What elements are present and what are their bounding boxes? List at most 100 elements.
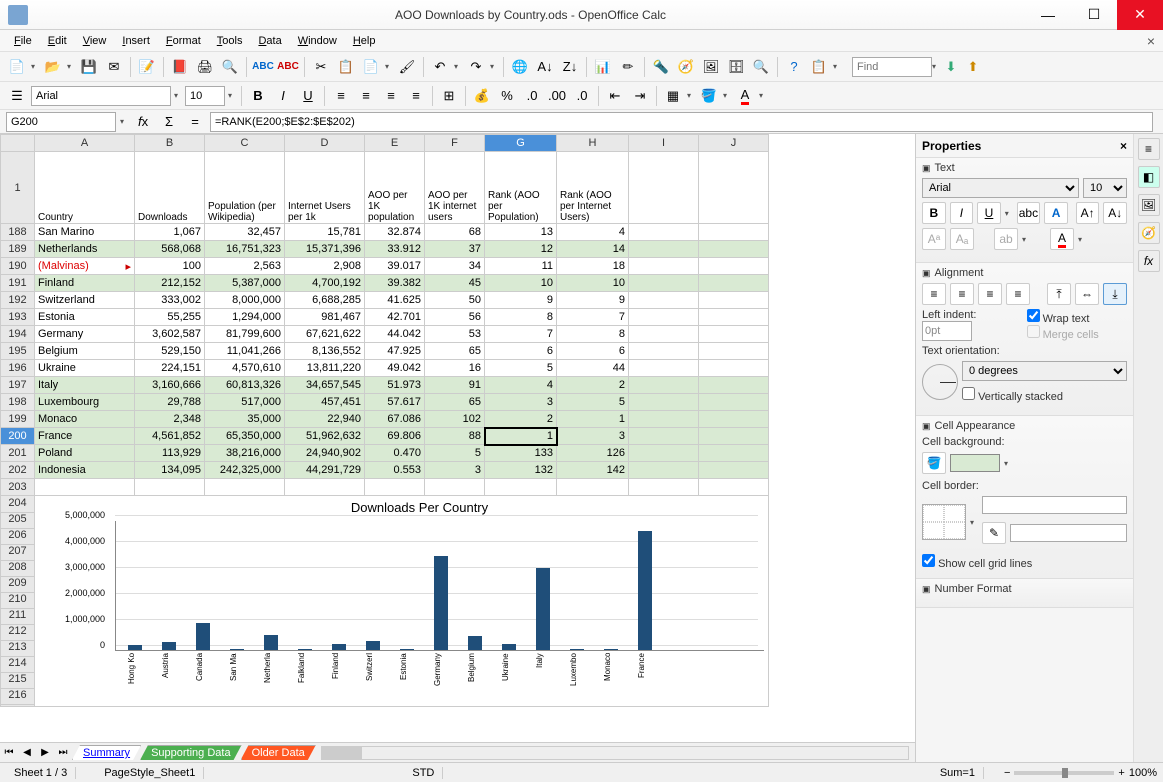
formula-input[interactable]	[210, 112, 1153, 132]
cell[interactable]: 51,962,632	[285, 428, 365, 445]
merge-cells-icon[interactable]: ⊞	[438, 85, 460, 107]
cell[interactable]: Estonia	[35, 309, 135, 326]
hyperlink-icon[interactable]: 🌐	[509, 56, 531, 78]
cell[interactable]: 56	[425, 309, 485, 326]
cell[interactable]: 529,150	[135, 343, 205, 360]
cell[interactable]: 67,621,622	[285, 326, 365, 343]
menu-tools[interactable]: Tools	[209, 33, 251, 49]
cell[interactable]	[699, 343, 769, 360]
cell[interactable]: Italy	[35, 377, 135, 394]
orientation-select[interactable]: 0 degrees	[962, 361, 1127, 381]
cell[interactable]: 49.042	[365, 360, 425, 377]
cell[interactable]: 14	[557, 241, 629, 258]
dropdown-icon[interactable]: ▾	[1022, 235, 1030, 244]
cell[interactable]: 32,457	[205, 224, 285, 241]
cell[interactable]: 133	[485, 445, 557, 462]
cell[interactable]: 13	[485, 224, 557, 241]
row-header[interactable]: 202	[1, 462, 35, 479]
functions-tab-icon[interactable]: fx	[1138, 250, 1160, 272]
cell[interactable]: 44,291,729	[285, 462, 365, 479]
cell[interactable]: Netherlands	[35, 241, 135, 258]
cell[interactable]	[629, 292, 699, 309]
cell[interactable]	[629, 360, 699, 377]
cell[interactable]: 51.973	[365, 377, 425, 394]
open-icon[interactable]: 📂	[42, 56, 64, 78]
row-header[interactable]: 203	[1, 479, 35, 496]
strike-icon[interactable]: abc	[1017, 202, 1041, 224]
cell[interactable]: 126	[557, 445, 629, 462]
bgcolor-icon[interactable]: 🪣	[698, 85, 720, 107]
cell[interactable]	[629, 326, 699, 343]
underline-icon[interactable]: U	[977, 202, 1001, 224]
cell[interactable]	[699, 479, 769, 496]
fontcolor-icon[interactable]: A	[734, 85, 756, 107]
dropdown-icon[interactable]: ▾	[759, 91, 767, 100]
gallery-icon[interactable]: 🖼	[700, 56, 722, 78]
cell[interactable]	[629, 309, 699, 326]
sidebar-font-name[interactable]: Arial	[922, 178, 1079, 198]
row-header[interactable]: 197	[1, 377, 35, 394]
cell[interactable]: 44	[557, 360, 629, 377]
align-justify-icon[interactable]: ≡	[1006, 283, 1030, 305]
zoom-out-icon[interactable]: −	[1004, 767, 1010, 779]
cell[interactable]	[135, 479, 205, 496]
cell[interactable]: 81,799,600	[205, 326, 285, 343]
add-decimal-icon[interactable]: .00	[546, 85, 568, 107]
cell[interactable]: Monaco	[35, 411, 135, 428]
orientation-dial[interactable]	[922, 364, 958, 400]
menu-format[interactable]: Format	[158, 33, 209, 49]
cut-icon[interactable]: ✂	[310, 56, 332, 78]
zoom-in-icon[interactable]: +	[1118, 767, 1124, 779]
cell[interactable]: 4,700,192	[285, 275, 365, 292]
dropdown-icon[interactable]: ▾	[490, 62, 498, 71]
cell[interactable]	[425, 479, 485, 496]
cell[interactable]: 16,751,323	[205, 241, 285, 258]
cell[interactable]: 3,602,587	[135, 326, 205, 343]
tab-next-icon[interactable]: ▶	[36, 747, 54, 758]
borders-icon[interactable]: ▦	[662, 85, 684, 107]
cell[interactable]: 3	[425, 462, 485, 479]
bold-icon[interactable]: B	[247, 85, 269, 107]
preview-icon[interactable]: 🔍	[219, 56, 241, 78]
cell[interactable]: 38,216,000	[205, 445, 285, 462]
cell[interactable]: 7	[485, 326, 557, 343]
cell[interactable]: 8	[557, 326, 629, 343]
bg-color-swatch[interactable]	[950, 454, 1000, 472]
copy-icon[interactable]: 📋	[335, 56, 357, 78]
text-section-header[interactable]: Text	[922, 162, 1127, 174]
cell[interactable]	[629, 428, 699, 445]
tab-summary[interactable]: Summary	[72, 745, 141, 760]
row-header[interactable]: 196	[1, 360, 35, 377]
align-right-icon[interactable]: ≡	[380, 85, 402, 107]
cell[interactable]: 100	[135, 258, 205, 275]
horizontal-scrollbar[interactable]	[321, 746, 909, 760]
cell[interactable]: 41.625	[365, 292, 425, 309]
cell[interactable]: 1,294,000	[205, 309, 285, 326]
cell[interactable]: AOO per 1K population	[365, 152, 425, 224]
col-header-I[interactable]: I	[629, 135, 699, 152]
align-center-icon[interactable]: ≡	[355, 85, 377, 107]
dropdown-icon[interactable]: ▾	[1078, 235, 1086, 244]
border-preview[interactable]	[922, 504, 966, 540]
cell[interactable]: 8	[485, 309, 557, 326]
row-header[interactable]: 188	[1, 224, 35, 241]
cell[interactable]: 1	[557, 411, 629, 428]
cell[interactable]: 39.017	[365, 258, 425, 275]
cell[interactable]: 57.617	[365, 394, 425, 411]
dropdown-icon[interactable]: ▾	[228, 91, 236, 100]
col-header-C[interactable]: C	[205, 135, 285, 152]
italic-icon[interactable]: I	[272, 85, 294, 107]
col-header-G[interactable]: G	[485, 135, 557, 152]
cell[interactable]: 11,041,266	[205, 343, 285, 360]
cell[interactable]	[629, 152, 699, 224]
cell[interactable]: 35,000	[205, 411, 285, 428]
cell[interactable]	[699, 462, 769, 479]
cell[interactable]	[629, 241, 699, 258]
cell[interactable]: 65	[425, 343, 485, 360]
highlight-icon[interactable]: ab	[994, 228, 1018, 250]
number-fmt-icon[interactable]: .0	[521, 85, 543, 107]
cell[interactable]	[699, 445, 769, 462]
row-header[interactable]: 190	[1, 258, 35, 275]
cell[interactable]: 457,451	[285, 394, 365, 411]
cell[interactable]: 242,325,000	[205, 462, 285, 479]
